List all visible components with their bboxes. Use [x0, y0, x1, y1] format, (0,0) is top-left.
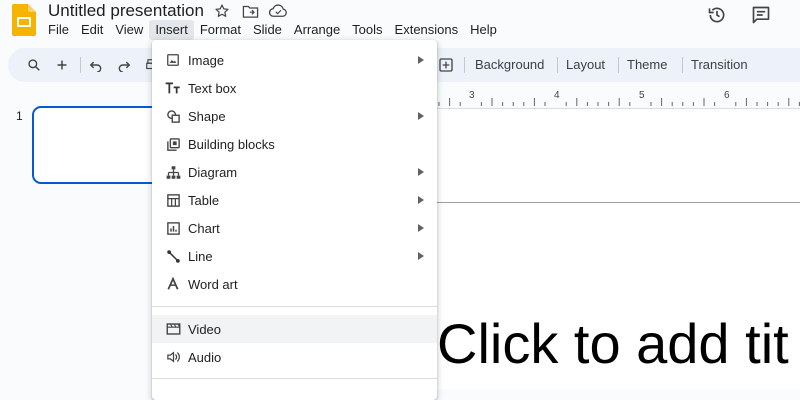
- submenu-arrow-icon: [417, 112, 425, 120]
- menu-divider: [152, 378, 437, 379]
- transition-button[interactable]: Transition: [691, 48, 748, 82]
- toolbar-divider: [557, 57, 558, 73]
- guide-line: [437, 202, 800, 203]
- audio-icon: [164, 348, 182, 366]
- header-actions: [706, 4, 772, 26]
- menu-item-label: Video: [188, 321, 222, 337]
- word-art-icon: [164, 275, 182, 293]
- menu-view[interactable]: View: [109, 20, 149, 40]
- menu-item-label: Image: [188, 52, 225, 68]
- menu-format[interactable]: Format: [194, 20, 247, 40]
- ruler-label: 3: [469, 90, 475, 101]
- building-blocks-icon: [164, 135, 182, 153]
- video-icon: [164, 320, 182, 338]
- version-history-icon[interactable]: [706, 4, 728, 26]
- menu-item-word-art[interactable]: Word art: [152, 270, 437, 298]
- submenu-arrow-icon: [417, 224, 425, 232]
- toolbar-divider: [80, 57, 81, 73]
- ruler-label: 6: [724, 90, 730, 101]
- toolbar-divider: [464, 57, 465, 73]
- chart-icon: [164, 219, 182, 237]
- title-placeholder[interactable]: Click to add tit: [437, 309, 789, 379]
- menu-item-text-box[interactable]: Text box: [152, 74, 437, 102]
- menu-item-building-blocks[interactable]: Building blocks: [152, 130, 437, 158]
- slides-logo-icon: [12, 4, 36, 36]
- document-title[interactable]: Untitled presentation: [48, 0, 204, 22]
- menu-extensions[interactable]: Extensions: [389, 20, 465, 40]
- comments-icon[interactable]: [750, 4, 772, 26]
- menu-item-label: Text box: [188, 80, 237, 96]
- menubar: File Edit View Insert Format Slide Arran…: [42, 20, 503, 40]
- menu-insert[interactable]: Insert: [149, 20, 194, 40]
- menu-file[interactable]: File: [42, 20, 75, 40]
- menu-item-label: Line: [188, 248, 213, 264]
- move-folder-icon[interactable]: [241, 2, 259, 20]
- submenu-arrow-icon: [417, 252, 425, 260]
- undo-icon[interactable]: [86, 55, 106, 75]
- slides-logo[interactable]: [12, 4, 36, 36]
- menu-item-chart[interactable]: Chart: [152, 214, 437, 242]
- menu-slide[interactable]: Slide: [247, 20, 288, 40]
- menu-item-table[interactable]: Table: [152, 186, 437, 214]
- menu-item-label: Audio: [188, 349, 222, 365]
- menu-item-label: Shape: [188, 108, 226, 124]
- toolbar-divider: [618, 57, 619, 73]
- slide-thumbnail[interactable]: [32, 106, 162, 184]
- new-slide-icon[interactable]: [52, 55, 72, 75]
- menu-item-label: Building blocks: [188, 136, 275, 152]
- submenu-arrow-icon: [417, 168, 425, 176]
- search-menus-icon[interactable]: [24, 55, 44, 75]
- line-icon: [164, 247, 182, 265]
- background-button[interactable]: Background: [475, 48, 544, 82]
- menu-item-line[interactable]: Line: [152, 242, 437, 270]
- ruler-ticks: [438, 98, 800, 106]
- menu-item-label: Word art: [188, 276, 238, 292]
- slide-number: 1: [16, 109, 23, 123]
- horizontal-ruler[interactable]: 3 4 5 6: [437, 88, 800, 106]
- menu-edit[interactable]: Edit: [75, 20, 109, 40]
- menu-item-label: Diagram: [188, 164, 238, 180]
- menu-item-video[interactable]: Video: [152, 315, 437, 343]
- menu-item-shape[interactable]: Shape: [152, 102, 437, 130]
- menu-arrange[interactable]: Arrange: [288, 20, 346, 40]
- image-icon: [164, 51, 182, 69]
- menu-item-label: Table: [188, 192, 220, 208]
- ruler-label: 4: [554, 90, 560, 101]
- star-icon[interactable]: [213, 2, 231, 20]
- title-actions: [213, 2, 287, 20]
- cloud-saved-icon[interactable]: [269, 2, 287, 20]
- table-icon: [164, 191, 182, 209]
- diagram-icon: [164, 163, 182, 181]
- menu-help[interactable]: Help: [464, 20, 503, 40]
- submenu-arrow-icon: [417, 196, 425, 204]
- layout-button[interactable]: Layout: [566, 48, 605, 82]
- menu-item-image[interactable]: Image: [152, 46, 437, 74]
- redo-icon[interactable]: [114, 55, 134, 75]
- menu-item-label: Chart: [188, 220, 220, 236]
- toolbar-divider: [682, 57, 683, 73]
- text-box-icon: [164, 79, 182, 97]
- insert-comment-icon[interactable]: [436, 55, 456, 75]
- slide-canvas[interactable]: Click to add tit: [437, 108, 800, 389]
- menu-tools[interactable]: Tools: [346, 20, 388, 40]
- theme-button[interactable]: Theme: [627, 48, 667, 82]
- menu-item-audio[interactable]: Audio: [152, 343, 437, 371]
- shape-icon: [164, 107, 182, 125]
- ruler-label: 5: [639, 90, 645, 101]
- menu-item-diagram[interactable]: Diagram: [152, 158, 437, 186]
- insert-menu: Image Text box Shape Building blocks Dia…: [152, 40, 437, 400]
- menu-divider: [152, 306, 437, 307]
- submenu-arrow-icon: [417, 56, 425, 64]
